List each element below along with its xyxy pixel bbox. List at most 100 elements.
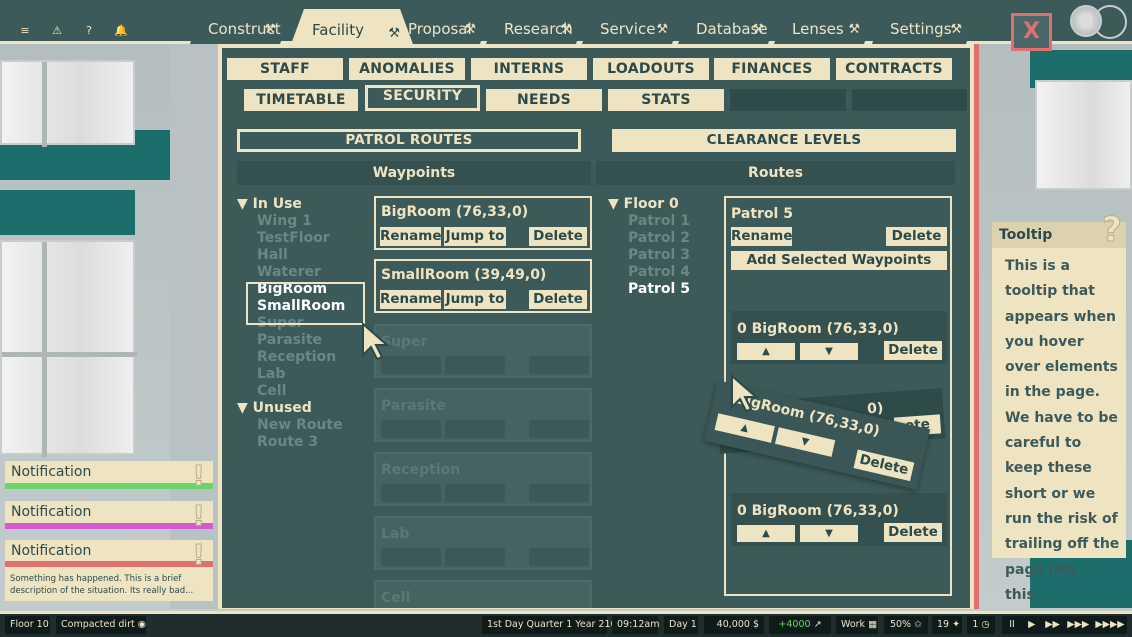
notification[interactable]: Notification !	[5, 459, 213, 493]
subtab-stats[interactable]: STATS	[608, 89, 724, 111]
tab-patrol-routes[interactable]: PATROL ROUTES	[237, 129, 581, 152]
mode-display[interactable]: Work ▦	[836, 616, 878, 634]
subtab-anomalies[interactable]: ANOMALIES	[349, 58, 465, 80]
list-item[interactable]: Route 3	[237, 434, 345, 451]
tab-label: Proposal	[408, 20, 472, 38]
route-item[interactable]: Patrol 2	[608, 230, 690, 247]
list-item[interactable]: Lab	[237, 366, 345, 383]
list-item[interactable]: TestFloor	[237, 230, 345, 247]
list-item[interactable]: Reception	[237, 349, 345, 366]
move-down-button[interactable]: ▼	[800, 343, 858, 360]
menu-icon[interactable]: ≡	[12, 18, 38, 44]
tab-research[interactable]: Research ⚒	[486, 15, 586, 44]
add-selected-waypoints-button[interactable]: Add Selected Waypoints	[731, 251, 947, 270]
notification-stripe	[5, 523, 213, 529]
tab-service[interactable]: Service ⚒	[582, 15, 682, 44]
floor-indicator[interactable]: Floor 10	[5, 616, 50, 634]
income-display: +4000 ↗	[769, 616, 831, 634]
route-waypoint: 0 BigRoom (76,33,0) ▲ ▼ Delete	[731, 311, 947, 364]
notification-expanded[interactable]: Notification Something has happened. Thi…	[5, 538, 213, 601]
notification[interactable]: Notification !	[5, 499, 213, 533]
subtab-loadouts[interactable]: LOADOUTS	[593, 58, 709, 80]
waypoint-title: Reception	[381, 462, 461, 478]
subtab-security[interactable]: SECURITY	[365, 85, 480, 111]
notification-title: Notification	[11, 543, 92, 559]
subtab-contracts[interactable]: CONTRACTS	[836, 58, 952, 80]
hammer-icon: ⚒	[560, 22, 572, 37]
waypoint-card-disabled: Super	[374, 324, 592, 378]
delete-button[interactable]: Delete	[853, 449, 915, 482]
route-item[interactable]: Patrol 1	[608, 213, 690, 230]
hammer-icon: ⚒	[264, 22, 276, 37]
panel-edge	[974, 44, 979, 609]
list-item[interactable]: Waterer	[237, 264, 345, 281]
jump-to-button[interactable]: Jump to	[444, 290, 506, 309]
list-item[interactable]: Wing 1	[237, 213, 345, 230]
waypoint-title: Cell	[381, 590, 411, 606]
move-up-button[interactable]: ▲	[737, 343, 795, 360]
delete-button[interactable]: Delete	[529, 290, 587, 309]
tab-facility[interactable]: Facility ⚒	[290, 9, 414, 47]
close-button[interactable]: X	[1011, 13, 1052, 51]
move-down-button[interactable]: ▼	[800, 525, 858, 542]
delete-button[interactable]: Delete	[529, 227, 587, 246]
route-item-selected[interactable]: Patrol 5	[608, 281, 690, 298]
percent-display: 50% ✩	[884, 616, 928, 634]
delete-button[interactable]: Delete	[886, 227, 947, 246]
day-display: Day 1	[664, 616, 698, 634]
subtab-interns[interactable]: INTERNS	[471, 58, 587, 80]
tab-label: Settings	[890, 20, 952, 38]
route-item[interactable]: Patrol 4	[608, 264, 690, 281]
notification-description: Something has happened. This is a brief …	[10, 574, 194, 596]
move-up-button[interactable]: ▲	[714, 413, 775, 443]
route-item[interactable]: Patrol 3	[608, 247, 690, 264]
subtab-staff[interactable]: STAFF	[227, 58, 343, 80]
jump-to-button[interactable]: Jump to	[444, 227, 506, 246]
play-button[interactable]: ▶	[1023, 616, 1041, 634]
staff-count: 19 ✦	[932, 616, 962, 634]
dollar-icon: $	[752, 619, 759, 630]
list-item[interactable]: New Route	[237, 417, 345, 434]
window	[0, 60, 135, 147]
tab-lenses[interactable]: Lenses ⚒	[774, 15, 874, 44]
delete-button[interactable]: Delete	[884, 341, 942, 360]
tab-construct[interactable]: Construct ⚒	[190, 15, 290, 44]
alert-icon[interactable]: ⚠	[44, 18, 70, 44]
subtab-timetable[interactable]: TIMETABLE	[244, 89, 358, 111]
help-icon[interactable]: ?	[76, 18, 102, 44]
rename-button[interactable]: Rename	[380, 290, 442, 309]
percent-value: 50%	[889, 619, 912, 630]
eye-icon: ◉	[137, 619, 147, 630]
subtab-needs[interactable]: NEEDS	[486, 89, 602, 111]
list-item[interactable]: Hall	[237, 247, 345, 264]
faster-button[interactable]: ▶▶▶	[1064, 616, 1092, 634]
unused-group[interactable]: ▼ Unused	[237, 400, 345, 417]
terrain-indicator[interactable]: Compacted dirt ◉	[56, 616, 146, 634]
wall-trim	[0, 190, 135, 235]
rename-button[interactable]: Rename	[731, 227, 793, 246]
move-down-button[interactable]: ▼	[774, 427, 836, 457]
notification-stripe	[5, 483, 213, 489]
list-item[interactable]: Parasite	[237, 332, 345, 349]
waypoint-title: BigRoom (76,33,0)	[381, 204, 529, 220]
tab-database[interactable]: Database ⚒	[678, 15, 778, 44]
floor-group[interactable]: ▼ Floor 0	[608, 196, 690, 213]
trend-up-icon: ↗	[813, 619, 822, 630]
tab-clearance-levels[interactable]: CLEARANCE LEVELS	[612, 129, 956, 152]
waypoint-title: Lab	[381, 526, 410, 542]
waypoint-card-disabled: Parasite	[374, 388, 592, 442]
fastest-button[interactable]: ▶▶▶▶	[1093, 616, 1127, 634]
move-up-button[interactable]: ▲	[737, 525, 795, 542]
route-waypoint-title: 0 BigRoom (76,33,0)	[737, 503, 899, 519]
bell-icon[interactable]: 🔔	[108, 18, 134, 44]
delete-button[interactable]: Delete	[884, 523, 942, 542]
rename-button[interactable]: Rename	[380, 227, 442, 246]
hammer-icon: ⚒	[950, 22, 962, 37]
in-use-group[interactable]: ▼ In Use	[237, 196, 345, 213]
pause-button[interactable]: II	[1002, 616, 1022, 634]
tooltip: Tooltip This is a tooltip that appears w…	[992, 222, 1126, 603]
tab-settings[interactable]: Settings ⚒	[872, 15, 976, 44]
fast-forward-button[interactable]: ▶▶	[1042, 616, 1064, 634]
subtab-finances[interactable]: FINANCES	[714, 58, 830, 80]
list-item[interactable]: Cell	[237, 383, 345, 400]
